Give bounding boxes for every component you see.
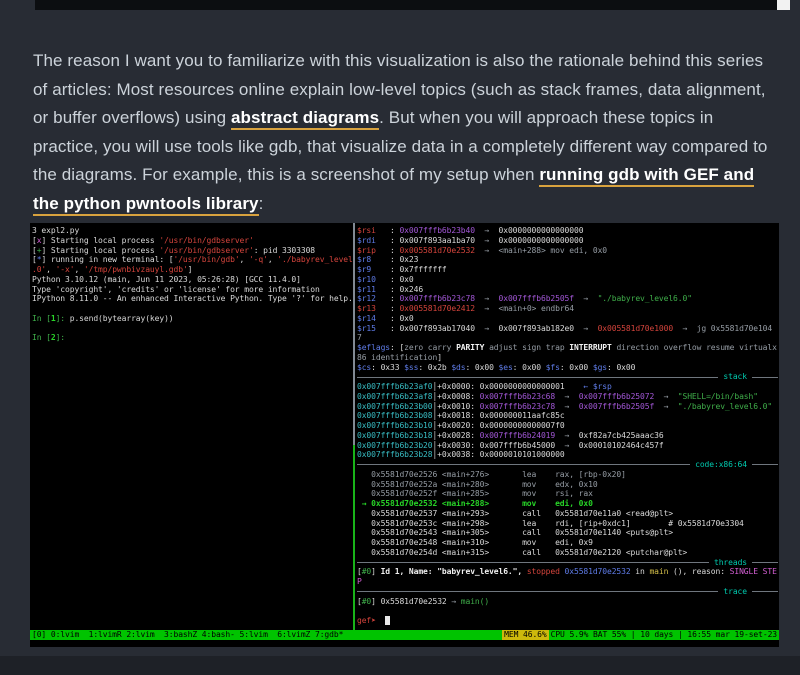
terminal-line: $rip : 0x005581d70e2532 → <main+288> mov… xyxy=(357,246,778,256)
gef-section-divider-code-x86-64: code:x86:64 xyxy=(357,460,778,470)
terminal-screenshot: 3 expl2.py[x] Starting local process '/u… xyxy=(30,223,779,647)
terminal-line: 0x5581d70e252a <main+280> mov edx, 0x10 xyxy=(357,480,778,490)
terminal-line: 0x007fffb6b23b08│+0x0018: 0x000000011aaf… xyxy=(357,411,778,421)
terminal-line: gef➤ ▊ xyxy=(357,616,778,626)
gef-section-label: trace xyxy=(723,587,747,597)
terminal-line: IPython 8.11.0 -- An enhanced Interactiv… xyxy=(32,294,353,304)
terminal-line: 86 identification] xyxy=(357,353,778,363)
terminal-line: $r10 : 0x0 xyxy=(357,275,778,285)
terminal-line: In [1]: p.send(bytearray(key)) xyxy=(32,314,353,324)
gef-section-label: threads xyxy=(714,558,747,568)
codeblock-scrollbar[interactable] xyxy=(35,0,790,10)
tmux-window-list: [0] 0:lvim 1:lvimR 2:lvim 3:bashZ 4:bash… xyxy=(30,630,343,640)
terminal-line xyxy=(357,606,778,616)
tmux-status-bar: [0] 0:lvim 1:lvimR 2:lvim 3:bashZ 4:bash… xyxy=(30,630,779,640)
ipython-pwntools-pane: 3 expl2.py[x] Starting local process '/u… xyxy=(32,226,353,626)
terminal-line: 0x5581d70e2548 <main+310> mov edi, 0x9 xyxy=(357,538,778,548)
terminal-line: $r12 : 0x007fffb6b23c78 → 0x007fffb6b250… xyxy=(357,294,778,304)
terminal-line: [x] Starting local process '/usr/bin/gdb… xyxy=(32,236,353,246)
terminal-line xyxy=(32,304,353,314)
terminal-line: $cs: 0x33 $ss: 0x2b $ds: 0x00 $es: 0x00 … xyxy=(357,363,778,373)
tmux-status-right: MEM 46.6% CPU 5.9% BAT 55% | 10 days | 1… xyxy=(502,630,779,640)
terminal-line: In [2]: xyxy=(32,333,353,343)
terminal-line: 0x007fffb6b23b00│+0x0010: 0x007fffb6b23c… xyxy=(357,402,778,412)
gdb-gef-pane: $rsi : 0x007fffb6b23b40 → 0x000000000000… xyxy=(357,226,778,626)
terminal-line: $r15 : 0x007f893ab17040 → 0x007f893ab182… xyxy=(357,324,778,334)
terminal-line: $r9 : 0x7fffffff xyxy=(357,265,778,275)
terminal-line: 0x007fffb6b23b28│+0x0038: 0x000001010100… xyxy=(357,450,778,460)
gef-section-divider-trace: trace xyxy=(357,587,778,597)
terminal-line: [#0] Id 1, Name: "babyrev_level6.", stop… xyxy=(357,567,778,577)
terminal-line: $rdi : 0x007f893aa1ba70 → 0x000000000000… xyxy=(357,236,778,246)
gef-section-divider-stack: stack xyxy=(357,372,778,382)
terminal-line: .0', '-x', '/tmp/pwnbivzauyl.gdb'] xyxy=(32,265,353,275)
terminal-line: $r11 : 0x246 xyxy=(357,285,778,295)
terminal-line: Python 3.10.12 (main, Jun 11 2023, 05:26… xyxy=(32,275,353,285)
mem-usage-badge: MEM 46.6% xyxy=(502,630,548,640)
next-section-edge xyxy=(0,656,800,675)
terminal-line: [+] Starting local process '/usr/bin/gdb… xyxy=(32,246,353,256)
terminal-line: 7 xyxy=(357,333,778,343)
terminal-line: → 0x5581d70e2532 <main+288> mov edi, 0x0 xyxy=(357,499,778,509)
terminal-line xyxy=(32,324,353,334)
terminal-line: $r8 : 0x23 xyxy=(357,255,778,265)
pane-divider-top xyxy=(353,223,355,445)
terminal-line: 0x007fffb6b23af0│+0x0000: 0x000000000000… xyxy=(357,382,778,392)
terminal-line: 0x007fffb6b23af8│+0x0008: 0x007fffb6b23c… xyxy=(357,392,778,402)
terminal-line: 3 expl2.py xyxy=(32,226,353,236)
gef-section-label: code:x86:64 xyxy=(695,460,747,470)
terminal-line: Type 'copyright', 'credits' or 'license'… xyxy=(32,285,353,295)
pane-divider-bottom xyxy=(353,445,355,630)
terminal-line: $eflags: [zero carry PARITY adjust sign … xyxy=(357,343,778,353)
terminal-line: 0x5581d70e2537 <main+293> call 0x5581d70… xyxy=(357,509,778,519)
terminal-line: 0x007fffb6b23b20│+0x0030: 0x007fffb6b450… xyxy=(357,441,778,451)
terminal-line: [*] running in new terminal: ['/usr/bin/… xyxy=(32,255,353,265)
terminal-line: 0x007fffb6b23b10│+0x0020: 0x000000000000… xyxy=(357,421,778,431)
gef-section-label: stack xyxy=(723,372,747,382)
terminal-line: 0x007fffb6b23b18│+0x0028: 0x007fffb6b240… xyxy=(357,431,778,441)
link-abstract-diagrams[interactable]: abstract diagrams xyxy=(231,108,379,130)
terminal-line: 0x5581d70e253c <main+298> lea rdi, [rip+… xyxy=(357,519,778,529)
terminal-line: 0x5581d70e2526 <main+276> lea rax, [rbp-… xyxy=(357,470,778,480)
terminal-line: 0x5581d70e2543 <main+305> call 0x5581d70… xyxy=(357,528,778,538)
terminal-line: 0x5581d70e252f <main+285> mov rsi, rax xyxy=(357,489,778,499)
terminal-line: 0x5581d70e254d <main+315> call 0x5581d70… xyxy=(357,548,778,558)
terminal-line: P xyxy=(357,577,778,587)
paragraph-text-3: : xyxy=(259,194,264,213)
article-paragraph: The reason I want you to familiarize wit… xyxy=(33,47,770,219)
terminal-line: $rsi : 0x007fffb6b23b40 → 0x000000000000… xyxy=(357,226,778,236)
terminal-line: $r13 : 0x005581d70e2412 → <main+0> endbr… xyxy=(357,304,778,314)
terminal-line: $r14 : 0x0 xyxy=(357,314,778,324)
system-info-text: CPU 5.9% BAT 55% | 10 days | 16:55 mar 1… xyxy=(549,630,779,640)
terminal-line: [#0] 0x5581d70e2532 → main() xyxy=(357,597,778,607)
scrollbar-thumb[interactable] xyxy=(777,0,790,10)
gef-section-divider-threads: threads xyxy=(357,558,778,568)
